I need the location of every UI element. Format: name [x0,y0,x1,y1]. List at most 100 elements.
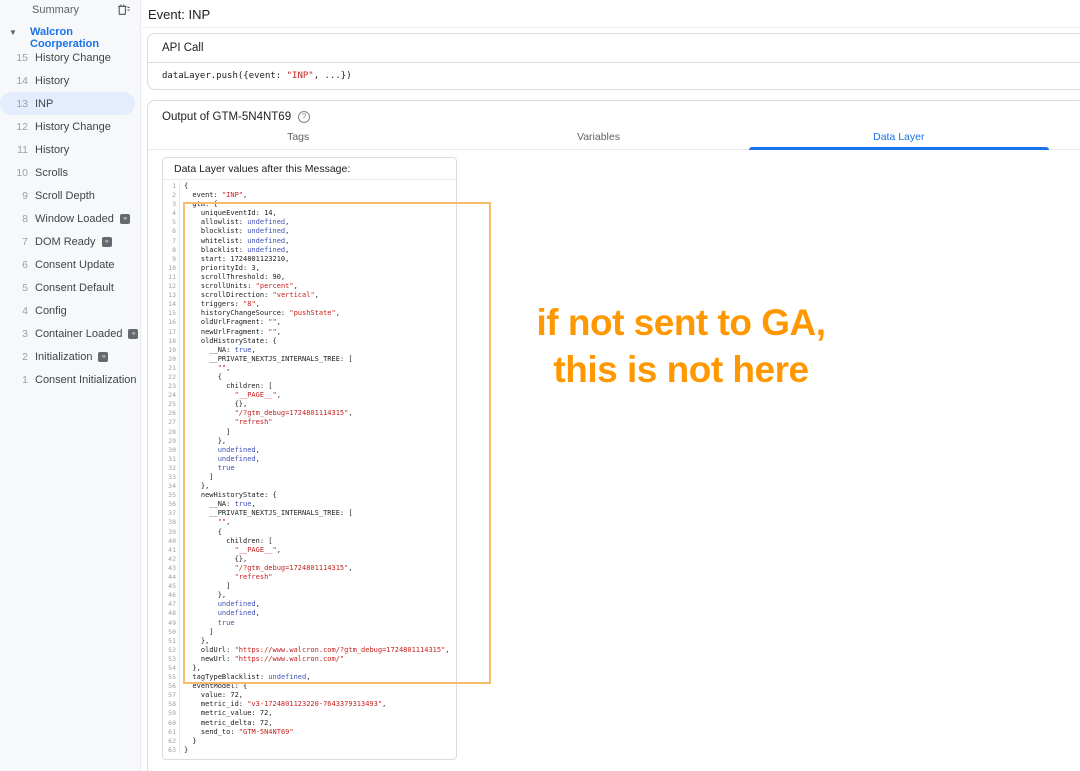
sidebar-event-initialization[interactable]: 2 Initialization ‹› [0,345,140,368]
code-line: 5 allowlist: undefined, [163,218,456,227]
code-line: 60 metric_delta: 72, [163,719,456,728]
line-number: 51 [163,637,180,646]
code-line: 18 oldHistoryState: { [163,337,456,346]
code-line: 58 metric_id: "v3-1724801123220-76433793… [163,700,456,709]
api-call-card: API Call dataLayer.push({event: "INP", .… [147,33,1080,90]
code-line: 23 children: [ [163,382,456,391]
code-line: 46 }, [163,591,456,600]
line-number: 38 [163,518,180,527]
event-number: 13 [0,98,35,110]
code-line: 30 undefined, [163,446,456,455]
sidebar-event-history-change[interactable]: 15 History Change [0,46,140,69]
code-line: 7 whitelist: undefined, [163,237,456,246]
event-number: 11 [0,144,35,156]
line-number: 44 [163,573,180,582]
summary-row: Summary [0,0,140,22]
line-content: }, [180,664,201,673]
line-content: "refresh" [180,418,273,427]
container-group-header[interactable]: ▼ Walcron Coorperation [0,26,140,42]
code-line: 22 { [163,373,456,382]
sidebar-event-config[interactable]: 4 Config [0,299,140,322]
code-line: 42 {}, [163,555,456,564]
line-content: triggers: "8", [180,300,260,309]
code-line: 53 newUrl: "https://www.walcron.com/" [163,655,456,664]
line-number: 56 [163,682,180,691]
code-badge-icon: ‹› [102,237,112,247]
line-number: 58 [163,700,180,709]
code-badge-icon: ‹› [98,352,108,362]
line-number: 42 [163,555,180,564]
sidebar-event-dom-ready[interactable]: 7 DOM Ready ‹› [0,230,140,253]
code-line: 44 "refresh" [163,573,456,582]
sidebar-event-consent-update[interactable]: 6 Consent Update [0,253,140,276]
code-line: 14 triggers: "8", [163,300,456,309]
summary-link[interactable]: Summary [32,4,79,16]
line-number: 33 [163,473,180,482]
line-number: 4 [163,209,180,218]
code-line: 52 oldUrl: "https://www.walcron.com/?gtm… [163,646,456,655]
line-number: 15 [163,309,180,318]
line-content: undefined, [180,600,260,609]
tab-variables[interactable]: Variables [448,127,748,149]
code-line: 27 "refresh" [163,418,456,427]
sidebar-event-consent-initialization[interactable]: 1 Consent Initialization ‹› [0,368,140,391]
line-content: ] [180,628,214,637]
event-label: Scrolls [35,167,68,179]
tab-label: Variables [577,131,620,143]
line-content: oldUrl: "https://www.walcron.com/?gtm_de… [180,646,450,655]
tab-data-layer[interactable]: Data Layer [749,127,1049,149]
help-icon[interactable]: ? [298,111,310,123]
line-content: priorityId: 3, [180,264,260,273]
code-line: 2 event: "INP", [163,191,456,200]
code-line: 62 } [163,737,456,746]
event-label: History [35,75,69,87]
data-layer-panel: Data Layer values after this Message: 1 … [162,157,457,760]
line-number: 22 [163,373,180,382]
event-number: 7 [0,236,35,248]
line-content: "/?gtm_debug=1724801114315", [180,409,353,418]
code-line: 21 "", [163,364,456,373]
line-content: "", [180,518,230,527]
event-label: Scroll Depth [35,190,95,202]
code-line: 50 ] [163,628,456,637]
line-number: 23 [163,382,180,391]
sidebar-event-history[interactable]: 11 History [0,138,140,161]
sidebar-event-consent-default[interactable]: 5 Consent Default [0,276,140,299]
code-line: 63 } [163,746,456,755]
sidebar-event-history[interactable]: 14 History [0,69,140,92]
sidebar-event-history-change[interactable]: 12 History Change [0,115,140,138]
event-number: 2 [0,351,35,363]
sidebar-event-window-loaded[interactable]: 8 Window Loaded ‹› [0,207,140,230]
code-line: 51 }, [163,637,456,646]
line-content: } [180,746,188,755]
event-sidebar: Summary ▼ Walcron Coorperation 1 [0,0,141,771]
line-number: 5 [163,218,180,227]
code-line: 39 { [163,528,456,537]
line-number: 34 [163,482,180,491]
line-content: __NA: true, [180,500,256,509]
sidebar-event-inp[interactable]: 13 INP [0,92,135,115]
page-title: Event: INP [148,7,210,22]
code-line: 31 undefined, [163,455,456,464]
sidebar-event-scrolls[interactable]: 10 Scrolls [0,161,140,184]
data-layer-code[interactable]: 1 { 2 event: "INP", 3 gtm: { 4 uniqueEve… [163,180,456,759]
event-label: History [35,144,69,156]
line-number: 60 [163,719,180,728]
tab-tags[interactable]: Tags [148,127,448,149]
sidebar-event-scroll-depth[interactable]: 9 Scroll Depth [0,184,140,207]
line-content: metric_delta: 72, [180,719,273,728]
line-content: }, [180,591,226,600]
line-content: true [180,464,235,473]
line-number: 11 [163,273,180,282]
code-line: 16 oldUrlFragment: "", [163,318,456,327]
line-number: 9 [163,255,180,264]
line-number: 19 [163,346,180,355]
clear-list-icon[interactable] [116,2,132,18]
line-number: 13 [163,291,180,300]
line-number: 27 [163,418,180,427]
code-line: 9 start: 1724801123210, [163,255,456,264]
line-number: 36 [163,500,180,509]
api-call-code: dataLayer.push({event: "INP", ...}) [148,63,1080,90]
code-line: 24 "__PAGE__", [163,391,456,400]
sidebar-event-container-loaded[interactable]: 3 Container Loaded ‹› [0,322,140,345]
